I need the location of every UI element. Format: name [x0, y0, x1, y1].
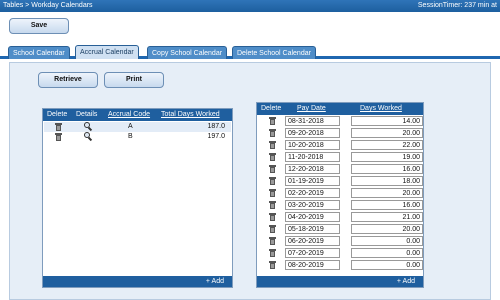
retrieve-button[interactable]: Retrieve [38, 72, 98, 88]
tab-strip: School Calendar Accrual Calendar Copy Sc… [0, 44, 500, 59]
table-row: 11-20-2018 19.00 [258, 151, 423, 163]
pay-date-field[interactable]: 06-20-2019 [285, 236, 340, 246]
tab-delete-school-calendar[interactable]: Delete School Calendar [232, 46, 316, 59]
trash-icon[interactable] [269, 177, 276, 185]
col-pay-date[interactable]: Pay Date [297, 105, 326, 112]
tab-school-calendar[interactable]: School Calendar [8, 46, 70, 59]
days-worked-field[interactable]: 20.00 [351, 128, 423, 138]
table-row: 08-31-2018 14.00 [258, 115, 423, 127]
trash-icon[interactable] [55, 123, 62, 131]
pay-date-field[interactable]: 09-20-2018 [285, 128, 340, 138]
days-worked-field[interactable]: 0.00 [351, 248, 423, 258]
pay-date-field[interactable]: 08-20-2019 [285, 260, 340, 270]
trash-icon[interactable] [55, 133, 62, 141]
accrual-code-grid: Delete Details Accrual Code Total Days W… [42, 108, 233, 288]
pay-grid-header: Delete Pay Date Days Worked [257, 103, 423, 115]
add-accrual-button[interactable]: + Add [206, 278, 224, 285]
trash-icon[interactable] [269, 117, 276, 125]
col-total-days-worked[interactable]: Total Days Worked [161, 111, 220, 118]
pay-date-field[interactable]: 10-20-2018 [285, 140, 340, 150]
days-worked-field[interactable]: 20.00 [351, 224, 423, 234]
tab-copy-school-calendar[interactable]: Copy School Calendar [147, 46, 228, 59]
table-row: 06-20-2019 0.00 [258, 235, 423, 247]
breadcrumb: Tables > Workday Calendars [3, 2, 93, 9]
col-details: Details [76, 111, 98, 118]
pay-date-field[interactable]: 11-20-2018 [285, 152, 340, 162]
col-delete: Delete [261, 105, 282, 112]
trash-icon[interactable] [269, 129, 276, 137]
days-worked-field[interactable]: 16.00 [351, 200, 423, 210]
days-worked-field[interactable]: 19.00 [351, 152, 423, 162]
tab-accrual-calendar[interactable]: Accrual Calendar [75, 45, 139, 59]
accrual-code-cell: B [128, 133, 133, 140]
pay-date-field[interactable]: 02-20-2019 [285, 188, 340, 198]
trash-icon[interactable] [269, 153, 276, 161]
pay-grid-footer: + Add [257, 276, 423, 287]
pay-date-field[interactable]: 05-18-2019 [285, 224, 340, 234]
trash-icon[interactable] [269, 237, 276, 245]
table-row: 02-20-2019 20.00 [258, 187, 423, 199]
table-row[interactable]: B 197.0 [44, 132, 231, 142]
days-worked-field[interactable]: 18.00 [351, 176, 423, 186]
days-worked-field[interactable]: 16.00 [351, 164, 423, 174]
session-timer: SessionTimer: 237 min at [417, 2, 497, 9]
pay-date-field[interactable]: 01-19-2019 [285, 176, 340, 186]
pay-date-grid: Delete Pay Date Days Worked 08-31-2018 1… [256, 102, 424, 288]
trash-icon[interactable] [269, 213, 276, 221]
save-button[interactable]: Save [9, 18, 69, 34]
table-row: 07-20-2019 0.00 [258, 247, 423, 259]
pay-date-field[interactable]: 04-20-2019 [285, 212, 340, 222]
days-worked-field[interactable]: 22.00 [351, 140, 423, 150]
trash-icon[interactable] [269, 225, 276, 233]
table-row: 08-20-2019 0.00 [258, 259, 423, 271]
accrual-grid-footer: + Add [43, 276, 232, 287]
magnifier-icon[interactable] [84, 132, 93, 142]
pay-date-field[interactable]: 03-20-2019 [285, 200, 340, 210]
table-row: 05-18-2019 20.00 [258, 223, 423, 235]
table-row: 01-19-2019 18.00 [258, 175, 423, 187]
pay-date-field[interactable]: 12-20-2018 [285, 164, 340, 174]
days-worked-field[interactable]: 14.00 [351, 116, 423, 126]
magnifier-icon[interactable] [84, 122, 93, 132]
print-button[interactable]: Print [104, 72, 164, 88]
table-row: 03-20-2019 16.00 [258, 199, 423, 211]
days-worked-field[interactable]: 20.00 [351, 188, 423, 198]
pay-date-field[interactable]: 07-20-2019 [285, 248, 340, 258]
days-worked-field[interactable]: 0.00 [351, 236, 423, 246]
trash-icon[interactable] [269, 165, 276, 173]
table-row: 04-20-2019 21.00 [258, 211, 423, 223]
trash-icon[interactable] [269, 201, 276, 209]
accrual-grid-header: Delete Details Accrual Code Total Days W… [43, 109, 232, 121]
trash-icon[interactable] [269, 189, 276, 197]
col-delete: Delete [47, 111, 68, 118]
pay-date-field[interactable]: 08-31-2018 [285, 116, 340, 126]
table-row: 12-20-2018 16.00 [258, 163, 423, 175]
trash-icon[interactable] [269, 249, 276, 257]
trash-icon[interactable] [269, 261, 276, 269]
days-worked-field[interactable]: 0.00 [351, 260, 423, 270]
col-accrual-code[interactable]: Accrual Code [108, 111, 150, 118]
add-pay-date-button[interactable]: + Add [397, 278, 415, 285]
accrual-code-cell: A [128, 123, 133, 130]
total-days-cell: 197.0 [207, 133, 225, 140]
top-bar: Tables > Workday Calendars SessionTimer:… [0, 0, 500, 12]
table-row: 09-20-2018 20.00 [258, 127, 423, 139]
table-row[interactable]: A 187.0 [44, 122, 231, 132]
total-days-cell: 187.0 [207, 123, 225, 130]
col-days-worked[interactable]: Days Worked [360, 105, 402, 112]
table-row: 10-20-2018 22.00 [258, 139, 423, 151]
days-worked-field[interactable]: 21.00 [351, 212, 423, 222]
trash-icon[interactable] [269, 141, 276, 149]
